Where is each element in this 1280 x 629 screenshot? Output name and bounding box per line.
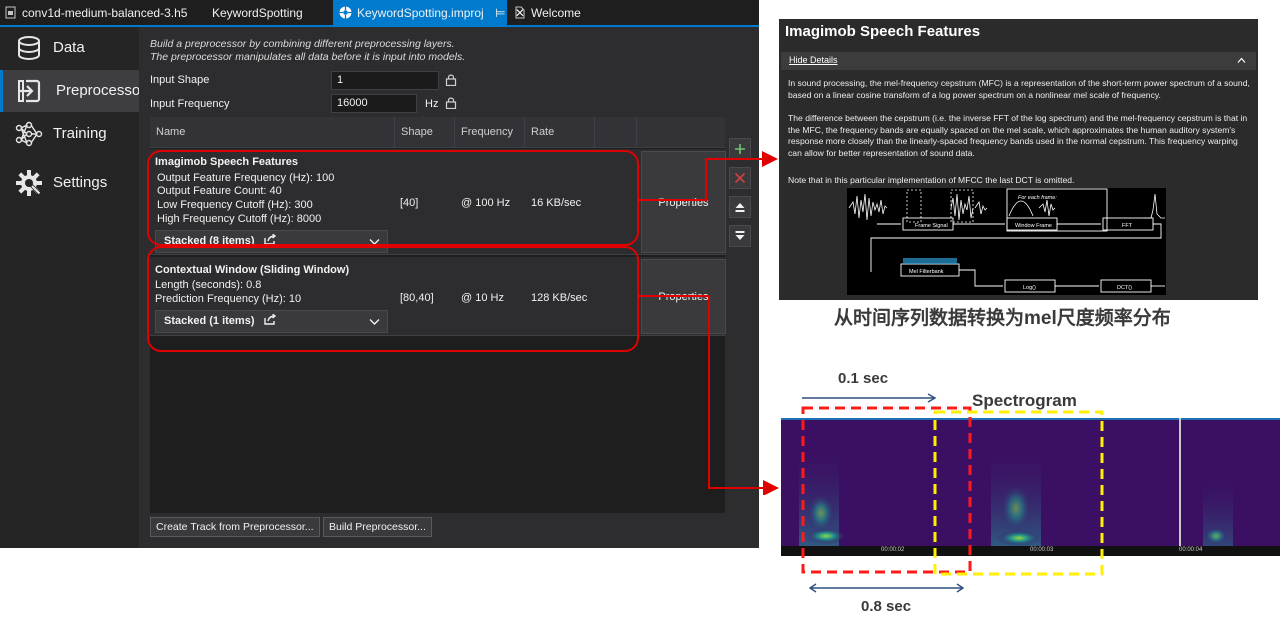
neural-network-icon bbox=[15, 121, 43, 147]
window-frame-label: Window Frame bbox=[1015, 223, 1052, 229]
step-duration-label: 0.1 sec bbox=[838, 370, 889, 387]
dct-label: DCT() bbox=[1117, 285, 1132, 291]
conversion-caption: 从时间序列数据转换为mel尺度频率分布 bbox=[834, 308, 1171, 329]
mfcc-diagram-graphic: For each frame: Frame Signal Window Fram… bbox=[848, 188, 1165, 293]
column-header-blank bbox=[595, 117, 637, 148]
highlight-contextual-window bbox=[147, 246, 639, 352]
for-each-frame-label: For each frame: bbox=[1018, 195, 1057, 201]
gear-icon bbox=[16, 170, 42, 196]
tab-label: conv1d-medium-balanced-3.h5 bbox=[22, 6, 188, 20]
login-arrow-icon bbox=[18, 79, 41, 103]
lock-icon[interactable] bbox=[445, 73, 457, 86]
column-header-frequency[interactable]: Frequency bbox=[455, 117, 525, 148]
info-paragraph: The difference between the cepstrum (i.e… bbox=[788, 113, 1248, 158]
frame-signal-label: Frame Signal bbox=[915, 223, 948, 229]
highlight-speech-features bbox=[147, 150, 639, 246]
window-duration-arrow bbox=[808, 583, 965, 593]
hide-details-bar[interactable]: Hide Details bbox=[781, 52, 1256, 70]
mel-filterbank-label: Mel Filterbank bbox=[909, 269, 944, 275]
tab-welcome[interactable]: Welcome bbox=[513, 0, 581, 27]
create-track-button[interactable]: Create Track from Preprocessor... bbox=[150, 517, 320, 537]
input-shape-field[interactable]: 1 bbox=[331, 71, 439, 90]
input-frequency-label: Input Frequency bbox=[150, 98, 230, 110]
project-icon bbox=[339, 6, 352, 19]
input-shape-label: Input Shape bbox=[150, 74, 210, 86]
build-preprocessor-button[interactable]: Build Preprocessor... bbox=[323, 517, 432, 537]
nav-label: Settings bbox=[53, 174, 108, 191]
fft-label: FFT bbox=[1122, 223, 1133, 229]
timestamp: 00:00:04 bbox=[1179, 547, 1203, 553]
description-line: Build a preprocessor by combining differ… bbox=[150, 38, 455, 50]
database-icon bbox=[18, 36, 40, 61]
tab-label: KeywordSpotting.improj bbox=[357, 6, 484, 20]
nav-preprocessor[interactable]: Preprocessor bbox=[0, 70, 145, 112]
info-paragraph: Note that in this particular implementat… bbox=[788, 175, 1075, 185]
window-duration-label: 0.8 sec bbox=[861, 598, 912, 615]
pin-icon[interactable]: ⊨ bbox=[495, 6, 505, 20]
input-frequency-field[interactable]: 16000 bbox=[331, 94, 417, 113]
info-paragraph: In sound processing, the mel-frequency c… bbox=[788, 78, 1250, 100]
tab-h5-model[interactable]: conv1d-medium-balanced-3.h5 bbox=[4, 0, 187, 27]
column-header-rate[interactable]: Rate bbox=[525, 117, 595, 148]
tab-improj[interactable]: KeywordSpotting.improj ⊨ ✕ bbox=[333, 0, 525, 27]
connector-arrows bbox=[639, 151, 779, 495]
file-icon bbox=[5, 6, 16, 19]
tab-label: KeywordSpotting bbox=[212, 6, 303, 20]
column-header-name[interactable]: Name bbox=[150, 117, 395, 148]
mfcc-diagram: For each frame: Frame Signal Window Fram… bbox=[847, 188, 1166, 295]
nav-training[interactable]: Training bbox=[0, 113, 139, 155]
nav-label: Training bbox=[53, 125, 107, 142]
tab-bar: conv1d-medium-balanced-3.h5 KeywordSpott… bbox=[0, 0, 759, 27]
nav-data[interactable]: Data bbox=[0, 27, 139, 69]
lock-icon[interactable] bbox=[445, 96, 457, 109]
nav-label: Data bbox=[53, 39, 85, 56]
tab-keyword-spotting[interactable]: KeywordSpotting bbox=[212, 0, 303, 27]
page-icon bbox=[515, 6, 525, 19]
column-header-shape[interactable]: Shape bbox=[395, 117, 455, 148]
side-navigation: Data Preprocessor Training Settings bbox=[0, 27, 145, 548]
window-overlays bbox=[801, 406, 1104, 576]
tab-label: Welcome bbox=[531, 6, 581, 20]
hide-details-link[interactable]: Hide Details bbox=[789, 55, 838, 65]
description-line: The preprocessor manipulates all data be… bbox=[150, 51, 466, 63]
nav-settings[interactable]: Settings bbox=[0, 162, 139, 204]
nav-label: Preprocessor bbox=[56, 82, 146, 99]
grid-header: Name Shape Frequency Rate bbox=[150, 117, 725, 148]
log-label: Log() bbox=[1023, 285, 1036, 291]
chevron-up-icon bbox=[1237, 57, 1246, 63]
info-title: Imagimob Speech Features bbox=[785, 23, 981, 40]
frequency-unit: Hz bbox=[425, 98, 439, 110]
